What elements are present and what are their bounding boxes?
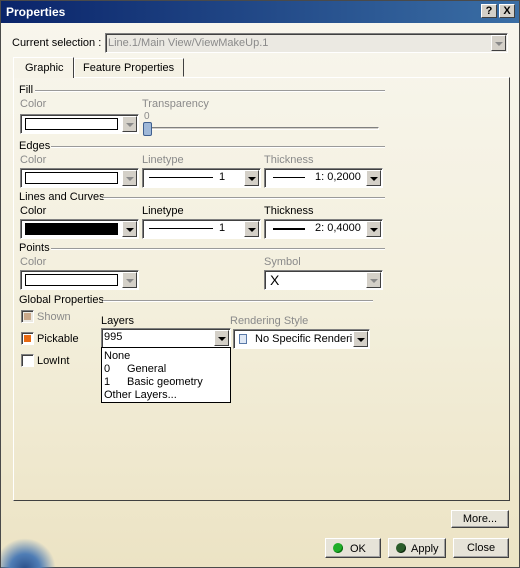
apply-status-icon [396, 543, 406, 553]
global-section-title: Global Properties [19, 294, 104, 306]
transparency-label: Transparency [142, 98, 209, 110]
edges-linetype-combo[interactable]: 1 [142, 168, 261, 188]
current-selection-value: Line.1/Main View/ViewMakeUp.1 [108, 37, 269, 49]
more-button[interactable]: More... [451, 510, 509, 528]
tab-feature-properties[interactable]: Feature Properties [74, 58, 184, 77]
lines-linetype-combo[interactable]: 1 [142, 219, 261, 239]
layers-option-none[interactable]: None [104, 350, 130, 362]
window-title: Properties [6, 5, 66, 19]
transparency-slider-thumb[interactable] [143, 122, 152, 136]
current-selection-combo[interactable]: Line.1/Main View/ViewMakeUp.1 [105, 33, 508, 53]
close-button[interactable]: Close [453, 538, 509, 558]
lines-color-swatch [25, 223, 118, 235]
lines-color-label: Color [20, 205, 47, 217]
edges-divider [51, 146, 385, 148]
layers-option-1-num[interactable]: 1 [104, 376, 110, 388]
lines-linetype-label: Linetype [142, 205, 184, 217]
decorative-corner-logo [1, 535, 61, 568]
points-symbol-value: X [270, 272, 280, 288]
points-symbol-label: Symbol [264, 256, 301, 268]
lines-thickness-label: Thickness [264, 205, 314, 217]
lines-color-dropdown-arrow[interactable] [122, 221, 137, 237]
edges-section-title: Edges [19, 140, 51, 152]
lowint-label: LowInt [37, 355, 70, 367]
tab-feature-properties-label: Feature Properties [83, 62, 175, 74]
lines-linetype-sample [149, 228, 213, 229]
points-symbol-dropdown-arrow[interactable] [366, 272, 381, 288]
rendering-style-icon [239, 334, 247, 344]
layers-option-0-name[interactable]: General [127, 363, 166, 375]
edges-thickness-combo[interactable]: 1: 0,2000 [264, 168, 383, 188]
title-bar[interactable]: Properties ? X [1, 1, 519, 23]
fill-color-combo[interactable] [20, 114, 139, 134]
current-selection-dropdown-arrow[interactable] [491, 35, 506, 51]
rendering-style-label: Rendering Style [230, 315, 309, 327]
layers-option-0-num[interactable]: 0 [104, 363, 110, 375]
fill-section-title: Fill [19, 84, 34, 96]
layers-option-other[interactable]: Other Layers... [104, 389, 177, 401]
edges-color-dropdown-arrow[interactable] [122, 170, 137, 186]
points-divider [51, 248, 385, 250]
layers-label: Layers [101, 315, 135, 327]
apply-button[interactable]: Apply [388, 538, 446, 558]
lines-curves-section-title: Lines and Curves [19, 191, 105, 203]
edges-thickness-value: 1: 0,2000 [315, 171, 361, 183]
lines-thickness-value: 2: 0,4000 [315, 222, 361, 234]
layers-combo[interactable]: 995 [101, 328, 231, 348]
layers-value: 995 [104, 331, 123, 343]
edges-thickness-label: Thickness [264, 154, 314, 166]
layers-dropdown-arrow[interactable] [214, 330, 229, 346]
points-color-dropdown-arrow[interactable] [122, 272, 137, 288]
pickable-label: Pickable [37, 333, 79, 345]
lines-linetype-value: 1 [219, 222, 226, 234]
ok-button-label: OK [350, 543, 366, 555]
edges-thickness-sample [273, 177, 305, 178]
lines-thickness-combo[interactable]: 2: 0,4000 [264, 219, 383, 239]
lines-linetype-dropdown-arrow[interactable] [244, 221, 259, 237]
edges-linetype-sample [149, 177, 213, 178]
layers-option-1-name[interactable]: Basic geometry [127, 376, 203, 388]
help-button[interactable]: ? [481, 4, 497, 18]
edges-linetype-label: Linetype [142, 154, 184, 166]
edges-color-swatch [25, 172, 118, 184]
fill-divider [35, 90, 385, 92]
rendering-style-dropdown-arrow[interactable] [353, 331, 368, 347]
points-section-title: Points [19, 242, 50, 254]
layers-dropdown-list: None 0 General 1 Basic geometry Other La… [101, 347, 231, 403]
lines-thickness-dropdown-arrow[interactable] [366, 221, 381, 237]
apply-button-label: Apply [411, 543, 439, 555]
points-color-label: Color [20, 256, 47, 268]
lines-thickness-sample [273, 228, 305, 230]
ok-status-icon [333, 543, 343, 553]
points-color-combo[interactable] [20, 270, 139, 290]
lowint-checkbox[interactable] [21, 354, 34, 367]
transparency-value: 0 [144, 111, 150, 122]
current-selection-label: Current selection : [12, 37, 102, 49]
edges-color-combo[interactable] [20, 168, 139, 188]
rendering-style-combo[interactable]: No Specific Renderin [233, 329, 370, 349]
edges-linetype-value: 1 [219, 171, 226, 183]
fill-color-swatch [25, 118, 118, 130]
pickable-checkbox[interactable] [21, 332, 34, 345]
global-divider [103, 300, 373, 302]
edges-color-label: Color [20, 154, 47, 166]
edges-linetype-dropdown-arrow[interactable] [244, 170, 259, 186]
lines-color-combo[interactable] [20, 219, 139, 239]
points-symbol-combo[interactable]: X [264, 270, 383, 290]
close-window-button[interactable]: X [499, 4, 515, 18]
fill-color-dropdown-arrow[interactable] [122, 116, 137, 132]
edges-thickness-dropdown-arrow[interactable] [366, 170, 381, 186]
properties-dialog: Properties ? X Current selection : Line.… [0, 0, 520, 568]
tab-graphic[interactable]: Graphic [13, 57, 74, 78]
lines-curves-divider [103, 197, 385, 199]
shown-checkbox[interactable] [21, 310, 34, 323]
fill-color-label: Color [20, 98, 47, 110]
transparency-slider-track[interactable] [143, 127, 379, 130]
shown-label: Shown [37, 311, 71, 323]
tab-graphic-label: Graphic [25, 62, 64, 74]
rendering-style-value: No Specific Renderin [255, 333, 359, 345]
points-color-swatch [25, 274, 118, 286]
ok-button[interactable]: OK [325, 538, 381, 558]
